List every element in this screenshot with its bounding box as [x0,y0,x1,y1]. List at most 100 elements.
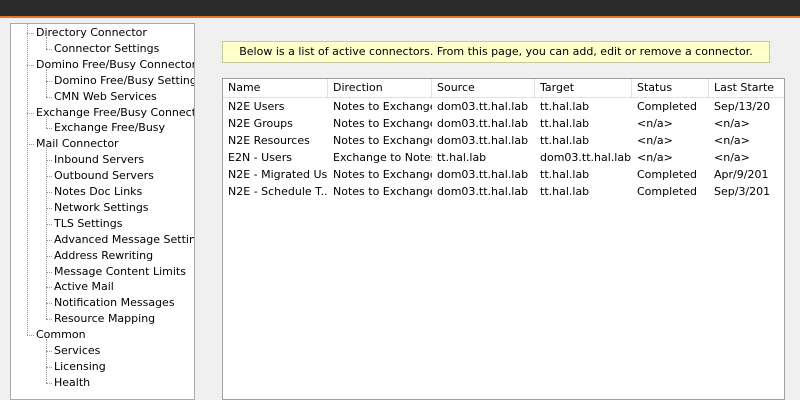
tree-item-tls-settings[interactable]: TLS Settings [54,216,122,231]
table-cell: tt.hal.lab [540,100,590,113]
tree-item-inbound-servers[interactable]: Inbound Servers [54,152,144,167]
tree-item-advanced-message-settings[interactable]: Advanced Message Settings [54,232,194,247]
tree-item-health[interactable]: Health [54,375,90,390]
tree-line [27,24,28,336]
tree-item-exchange-free-busy[interactable]: Exchange Free/Busy [54,120,165,135]
table-cell: Sep/3/201 [714,184,771,198]
column-header-source[interactable]: Source [432,79,535,97]
tree-line [46,48,52,50]
tree-item-domino-free-busy-settings[interactable]: Domino Free/Busy Settings [54,73,194,88]
tree-line [46,351,52,352]
table-cell: Apr/9/201 [714,167,769,181]
tree-line [27,64,34,66]
table-cell: <n/a> [637,116,673,130]
column-header-name[interactable]: Name [223,79,328,97]
table-cell: N2E Users [228,100,285,113]
tree-item-notification-messages[interactable]: Notification Messages [54,295,175,310]
table-cell: tt.hal.lab [437,150,487,164]
title-bar [0,0,800,18]
tree-line [46,287,52,289]
table-cell: Exchange to Notes [333,150,432,164]
tree-line [46,176,52,178]
column-header-target[interactable]: Target [535,79,632,97]
tree-line [46,366,52,368]
table-cell: Completed [637,167,697,181]
list-header: Name Direction Source Target Status Last Star… [223,79,784,98]
table-cell: Sep/13/20 [714,100,771,113]
main-panel: Below is a list of active connectors. Fr… [207,23,800,400]
table-cell: tt.hal.lab [540,184,590,198]
tree-line [46,207,52,209]
tree-line [27,144,34,146]
tree-line [46,303,52,305]
column-header-direction[interactable]: Direction [328,79,432,97]
connectors-list[interactable]: Name Direction Source Target Status Last Star… [222,78,785,400]
info-banner: Below is a list of active connectors. Fr… [222,41,770,63]
tree-item-mail-connector[interactable]: Mail Connector [36,136,119,151]
table-cell: N2E Groups [228,116,293,130]
table-cell: N2E Resources [228,133,310,147]
tree-line [27,112,34,114]
tree-item-active-mail[interactable]: Active Mail [54,279,114,294]
tree-item-directory-connector[interactable]: Directory Connector [36,25,147,40]
tree-item-connector-settings[interactable]: Connector Settings [54,41,159,56]
tree-item-network-settings[interactable]: Network Settings [54,200,149,215]
tree-item-outbound-servers[interactable]: Outbound Servers [54,168,154,183]
table-cell: Notes to Exchange [333,184,432,198]
table-row[interactable]: N2E Resources Notes to Exchange dom03.tt.h… [223,132,784,149]
tree-item-services[interactable]: Services [54,343,100,358]
table-row[interactable]: N2E - Migrated Us... Notes to Exchange dom… [223,166,784,183]
tree-item-domino-free-busy-connector[interactable]: Domino Free/Busy Connector [36,57,194,72]
tree-line [27,33,34,34]
tree-line [46,255,52,257]
table-row[interactable]: N2E - Schedule T... Notes to Exchange dom0… [223,183,784,200]
column-header-last-starte[interactable]: Last Starte [709,79,784,97]
table-cell: Notes to Exchange [333,100,432,113]
table-cell: E2N - Users [228,150,292,164]
table-cell: <n/a> [714,150,750,164]
table-cell: dom03.tt.hal.lab [437,116,529,130]
tree-line [46,239,52,241]
tree-item-address-rewriting[interactable]: Address Rewriting [54,248,153,263]
tree-line [46,271,52,273]
tree-line [46,382,52,384]
table-cell: dom03.tt.hal.lab [437,133,529,147]
tree-line [46,148,47,320]
tree-line [46,192,52,193]
table-cell: Completed [637,100,697,113]
tree-line [46,96,52,98]
tree-item-cmn-web-services[interactable]: CMN Web Services [54,89,157,104]
table-cell: <n/a> [714,116,750,130]
tree-line [46,80,52,82]
tree-line [46,160,52,162]
tree-item-licensing[interactable]: Licensing [54,359,106,374]
table-cell: <n/a> [714,133,750,147]
table-cell: Completed [637,184,697,198]
tree-line [46,339,47,383]
table-row[interactable]: E2N - Users Exchange to Notes tt.hal.lab do… [223,149,784,166]
tree-item-common[interactable]: Common [36,327,86,342]
tree-line [46,223,52,225]
table-cell: dom03.tt.hal.lab [437,184,529,198]
table-row[interactable]: N2E Groups Notes to Exchange dom03.tt.hal.… [223,115,784,132]
table-cell: dom03.tt.hal.lab [437,167,529,181]
table-cell: Notes to Exchange [333,133,432,147]
tree-item-resource-mapping[interactable]: Resource Mapping [54,311,155,326]
column-header-status[interactable]: Status [632,79,709,97]
navigation-tree[interactable]: Directory Connector Connector Settings Dom… [10,23,195,400]
table-cell: dom03.tt.hal.lab [437,100,529,113]
tree-item-exchange-free-busy-connector[interactable]: Exchange Free/Busy Connector [36,105,194,120]
table-cell: dom03.tt.hal.lab [540,150,632,164]
tree-item-message-content-limits[interactable]: Message Content Limits [54,264,186,279]
table-cell: Notes to Exchange [333,167,432,181]
table-cell: N2E - Schedule T... [228,184,328,198]
tree-line [46,68,47,97]
table-cell: <n/a> [637,150,673,164]
tree-item-notes-doc-links[interactable]: Notes Doc Links [54,184,142,199]
tree-line [27,335,34,337]
table-cell: tt.hal.lab [540,116,590,130]
tree-line [46,319,52,321]
table-cell: <n/a> [637,133,673,147]
table-row[interactable]: N2E Users Notes to Exchange dom03.tt.hal.l… [223,98,784,115]
table-cell: tt.hal.lab [540,167,590,181]
